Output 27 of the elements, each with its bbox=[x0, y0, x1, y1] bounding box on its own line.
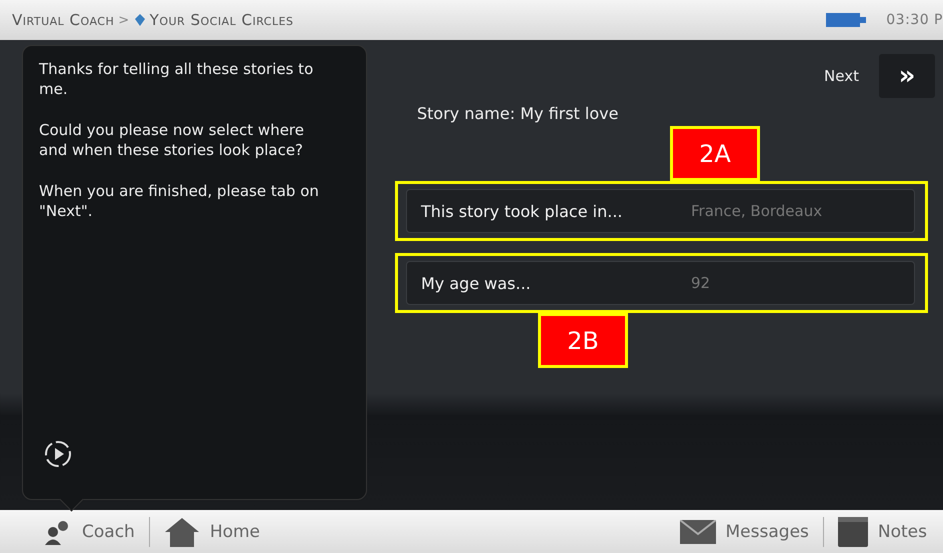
replay-icon[interactable] bbox=[43, 439, 73, 469]
field-label: This story took place in... bbox=[421, 202, 624, 220]
input-field[interactable]: My age was... 92 bbox=[406, 261, 915, 305]
notes-button[interactable]: Notes bbox=[834, 516, 931, 546]
coach-message: Thanks for telling all these stories to me. bbox=[39, 60, 314, 99]
clock-time: 03:30 P bbox=[886, 12, 943, 28]
story-name: Story name: My first love bbox=[417, 104, 620, 123]
breadcrumb-item[interactable]: Your Social Circles bbox=[150, 11, 294, 29]
next-button[interactable]: » bbox=[879, 54, 935, 98]
coach-message: When you are finished, please tab on "Next". bbox=[39, 182, 320, 221]
notepad-icon bbox=[838, 516, 868, 546]
home-icon bbox=[164, 516, 200, 546]
home-button[interactable]: Home bbox=[160, 516, 264, 546]
annotation-label: 2A bbox=[670, 126, 760, 181]
breadcrumb-separator: > bbox=[118, 12, 130, 28]
field-value: France, Bordeaux bbox=[691, 202, 822, 220]
messages-button[interactable]: Messages bbox=[676, 520, 813, 544]
coach-message: Could you please now select where and when these stories look place? bbox=[39, 121, 305, 160]
annotation-label: 2B bbox=[538, 313, 628, 368]
field-value: 92 bbox=[691, 274, 710, 292]
envelope-icon bbox=[680, 520, 716, 544]
coach-button[interactable]: Coach bbox=[40, 518, 139, 544]
field-label: My age was... bbox=[421, 274, 532, 292]
battery-icon bbox=[826, 12, 866, 28]
breadcrumb-item[interactable]: Virtual Coach bbox=[12, 11, 114, 29]
input-field[interactable]: This story took place in... France, Bordeaux bbox=[406, 189, 915, 233]
next-label[interactable]: Next bbox=[824, 67, 859, 85]
